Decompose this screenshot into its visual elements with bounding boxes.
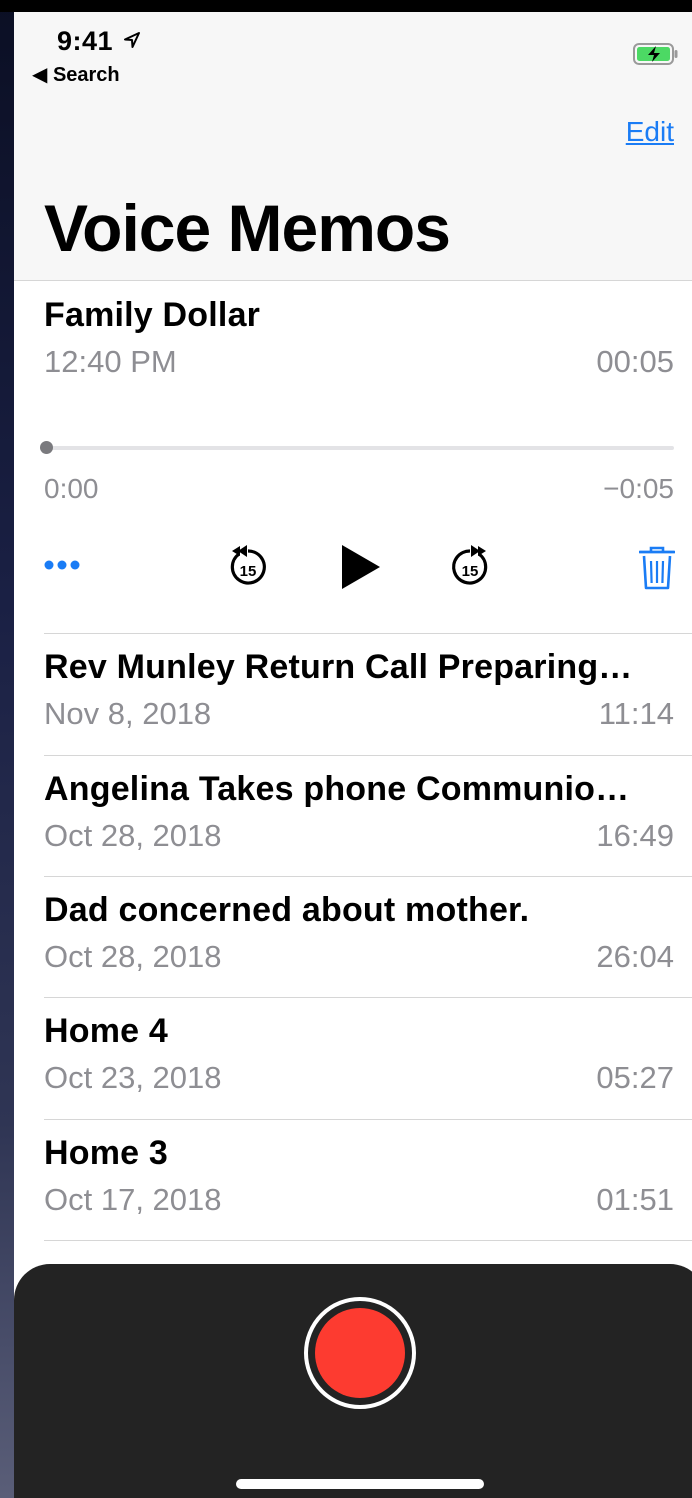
location-arrow-icon bbox=[124, 32, 140, 48]
status-time: 9:41 bbox=[57, 26, 114, 56]
memo-duration: 05:27 bbox=[596, 1060, 674, 1095]
playback-position: 0:00 bbox=[44, 473, 99, 504]
memo-title: Home 4 bbox=[44, 1012, 169, 1050]
play-icon[interactable] bbox=[340, 543, 382, 591]
list-divider bbox=[44, 1240, 692, 1241]
playback-scrubber-track[interactable] bbox=[44, 446, 674, 450]
list-item[interactable]: Dad concerned about mother. Oct 28, 2018… bbox=[44, 877, 692, 998]
memo-title: Dad concerned about mother. bbox=[44, 891, 530, 929]
page-title: Voice Memos bbox=[44, 191, 451, 265]
memo-date: Nov 8, 2018 bbox=[44, 696, 212, 731]
record-dot-icon bbox=[315, 1308, 405, 1398]
skip-back-icon[interactable]: 15 bbox=[228, 545, 268, 589]
list-item[interactable]: Home 3 Oct 17, 2018 01:51 bbox=[44, 1120, 692, 1241]
trash-icon[interactable] bbox=[639, 545, 675, 591]
memo-duration: 26:04 bbox=[596, 939, 674, 974]
memo-date: Oct 28, 2018 bbox=[44, 939, 222, 974]
skip-forward-icon[interactable]: 15 bbox=[450, 545, 490, 589]
memo-duration: 01:51 bbox=[596, 1182, 674, 1217]
memo-duration: 00:05 bbox=[596, 344, 674, 379]
memo-date: Oct 28, 2018 bbox=[44, 818, 222, 853]
playback-remaining: −0:05 bbox=[603, 473, 674, 504]
more-options-icon[interactable] bbox=[44, 559, 84, 571]
skip-back-seconds: 15 bbox=[240, 563, 257, 580]
edit-button[interactable]: Edit bbox=[626, 116, 674, 148]
skip-forward-seconds: 15 bbox=[462, 563, 479, 580]
record-panel bbox=[14, 1264, 692, 1498]
memo-title: Angelina Takes phone Communio… bbox=[44, 770, 630, 808]
back-to-search-link[interactable]: ◀ Search bbox=[32, 62, 120, 87]
list-item[interactable]: Rev Munley Return Call Preparing… Nov 8,… bbox=[44, 634, 692, 755]
memo-duration: 16:49 bbox=[596, 818, 674, 853]
memo-title: Home 3 bbox=[44, 1134, 169, 1172]
expanded-memo[interactable]: Family Dollar 12:40 PM 00:05 0:00 −0:05 … bbox=[40, 281, 692, 633]
record-button[interactable] bbox=[304, 1297, 416, 1409]
device-bezel bbox=[0, 0, 692, 12]
list-item[interactable]: Angelina Takes phone Communio… Oct 28, 2… bbox=[44, 756, 692, 877]
memo-date: Oct 17, 2018 bbox=[44, 1182, 222, 1217]
battery-charging-icon bbox=[633, 43, 678, 65]
list-item[interactable]: Home 4 Oct 23, 2018 05:27 bbox=[44, 998, 692, 1119]
home-indicator[interactable] bbox=[236, 1479, 484, 1489]
memo-date: 12:40 PM bbox=[44, 344, 177, 379]
nav-header: 9:41 ◀ Search Edit Voice Memos bbox=[14, 12, 692, 281]
memo-duration: 11:14 bbox=[598, 696, 674, 731]
memo-date: Oct 23, 2018 bbox=[44, 1060, 222, 1095]
playback-scrubber-thumb[interactable] bbox=[40, 441, 53, 454]
memo-title: Family Dollar bbox=[44, 296, 261, 334]
memo-title: Rev Munley Return Call Preparing… bbox=[44, 648, 633, 686]
